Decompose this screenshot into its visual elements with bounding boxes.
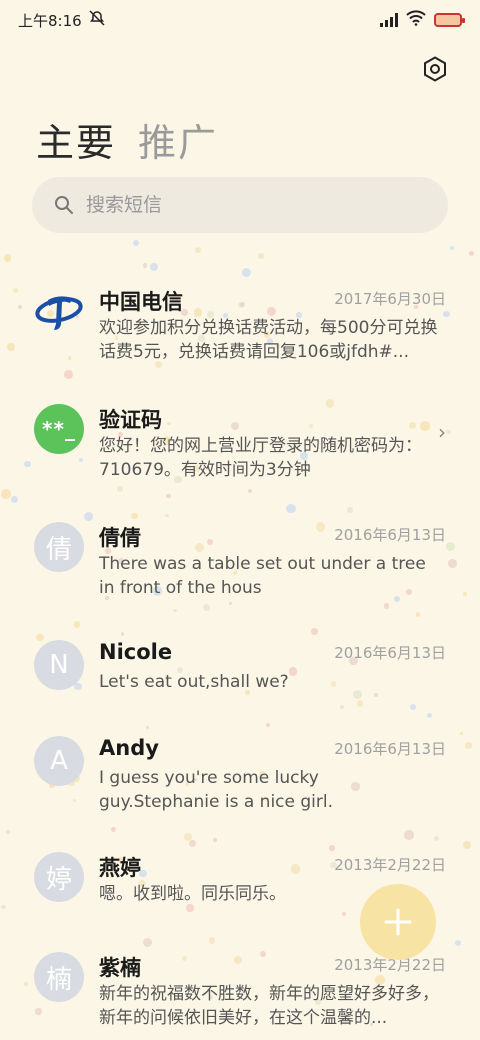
message-preview: I guess you're some lucky guy.Stephanie … (99, 768, 334, 812)
settings-button[interactable] (420, 54, 450, 84)
avatar: N (34, 640, 84, 690)
sender-name: 中国电信 (99, 290, 183, 314)
tab-primary[interactable]: 主要 (36, 112, 116, 167)
message-preview: 欢迎参加积分兑换话费活动，每500分可兑换话费5元，兑换话费请回复106或jfd… (99, 318, 438, 362)
message-item[interactable]: 倩 倩倩 2016年6月13日 There was a table set ou… (0, 504, 480, 614)
message-preview: Let's eat out,shall we? (99, 672, 289, 692)
message-date: 2017年6月30日 (334, 290, 446, 308)
search-bar[interactable] (32, 177, 448, 233)
avatar: **_ (34, 404, 84, 454)
status-bar: 上午8:16 (0, 0, 480, 40)
sender-name: Andy (99, 736, 159, 760)
sender-name: 燕婷 (99, 856, 141, 880)
signal-icon (380, 13, 398, 27)
sender-name: 紫楠 (99, 956, 141, 980)
avatar: 楠 (34, 952, 84, 1002)
avatar: A (34, 736, 84, 786)
message-date: 2016年6月13日 (334, 526, 446, 544)
message-date: 2016年6月13日 (334, 644, 446, 662)
sender-name: Nicole (99, 640, 173, 664)
message-preview: 您好！您的网上营业厅登录的随机密码为：710679。有效时间为3分钟 (99, 436, 422, 480)
chevron-right-icon: › (438, 420, 446, 444)
settings-icon (424, 56, 446, 82)
mute-icon (88, 9, 106, 31)
message-preview: There was a table set out under a tree i… (99, 554, 426, 598)
search-icon (55, 196, 73, 214)
message-preview: 新年的祝福数不胜数，新年的愿望好多好多，新年的问候依旧美好，在这个温馨的... (99, 984, 439, 1028)
sender-name: 验证码 (99, 408, 162, 432)
message-item[interactable]: N Nicole 2016年6月13日 Let's eat out,shall … (0, 622, 480, 732)
wifi-icon (406, 10, 426, 30)
telecom-logo-icon (34, 286, 84, 336)
tab-bar: 主要 推广 (36, 112, 218, 167)
status-time: 上午8:16 (18, 11, 82, 30)
search-input[interactable] (86, 194, 406, 216)
avatar: 婷 (34, 852, 84, 902)
message-item[interactable]: **_ 验证码 › 您好！您的网上营业厅登录的随机密码为：710679。有效时间… (0, 386, 480, 496)
new-message-button[interactable] (360, 884, 436, 960)
message-item[interactable]: A Andy 2016年6月13日 I guess you're some lu… (0, 718, 480, 828)
plus-icon (384, 908, 412, 936)
message-date: 2016年6月13日 (334, 740, 446, 758)
sender-name: 倩倩 (99, 526, 141, 550)
avatar: 倩 (34, 522, 84, 572)
message-item[interactable]: 中国电信 2017年6月30日 欢迎参加积分兑换话费活动，每500分可兑换话费5… (0, 268, 480, 378)
message-date: 2013年2月22日 (334, 856, 446, 874)
battery-icon (434, 13, 465, 27)
tab-promotions[interactable]: 推广 (138, 112, 218, 167)
